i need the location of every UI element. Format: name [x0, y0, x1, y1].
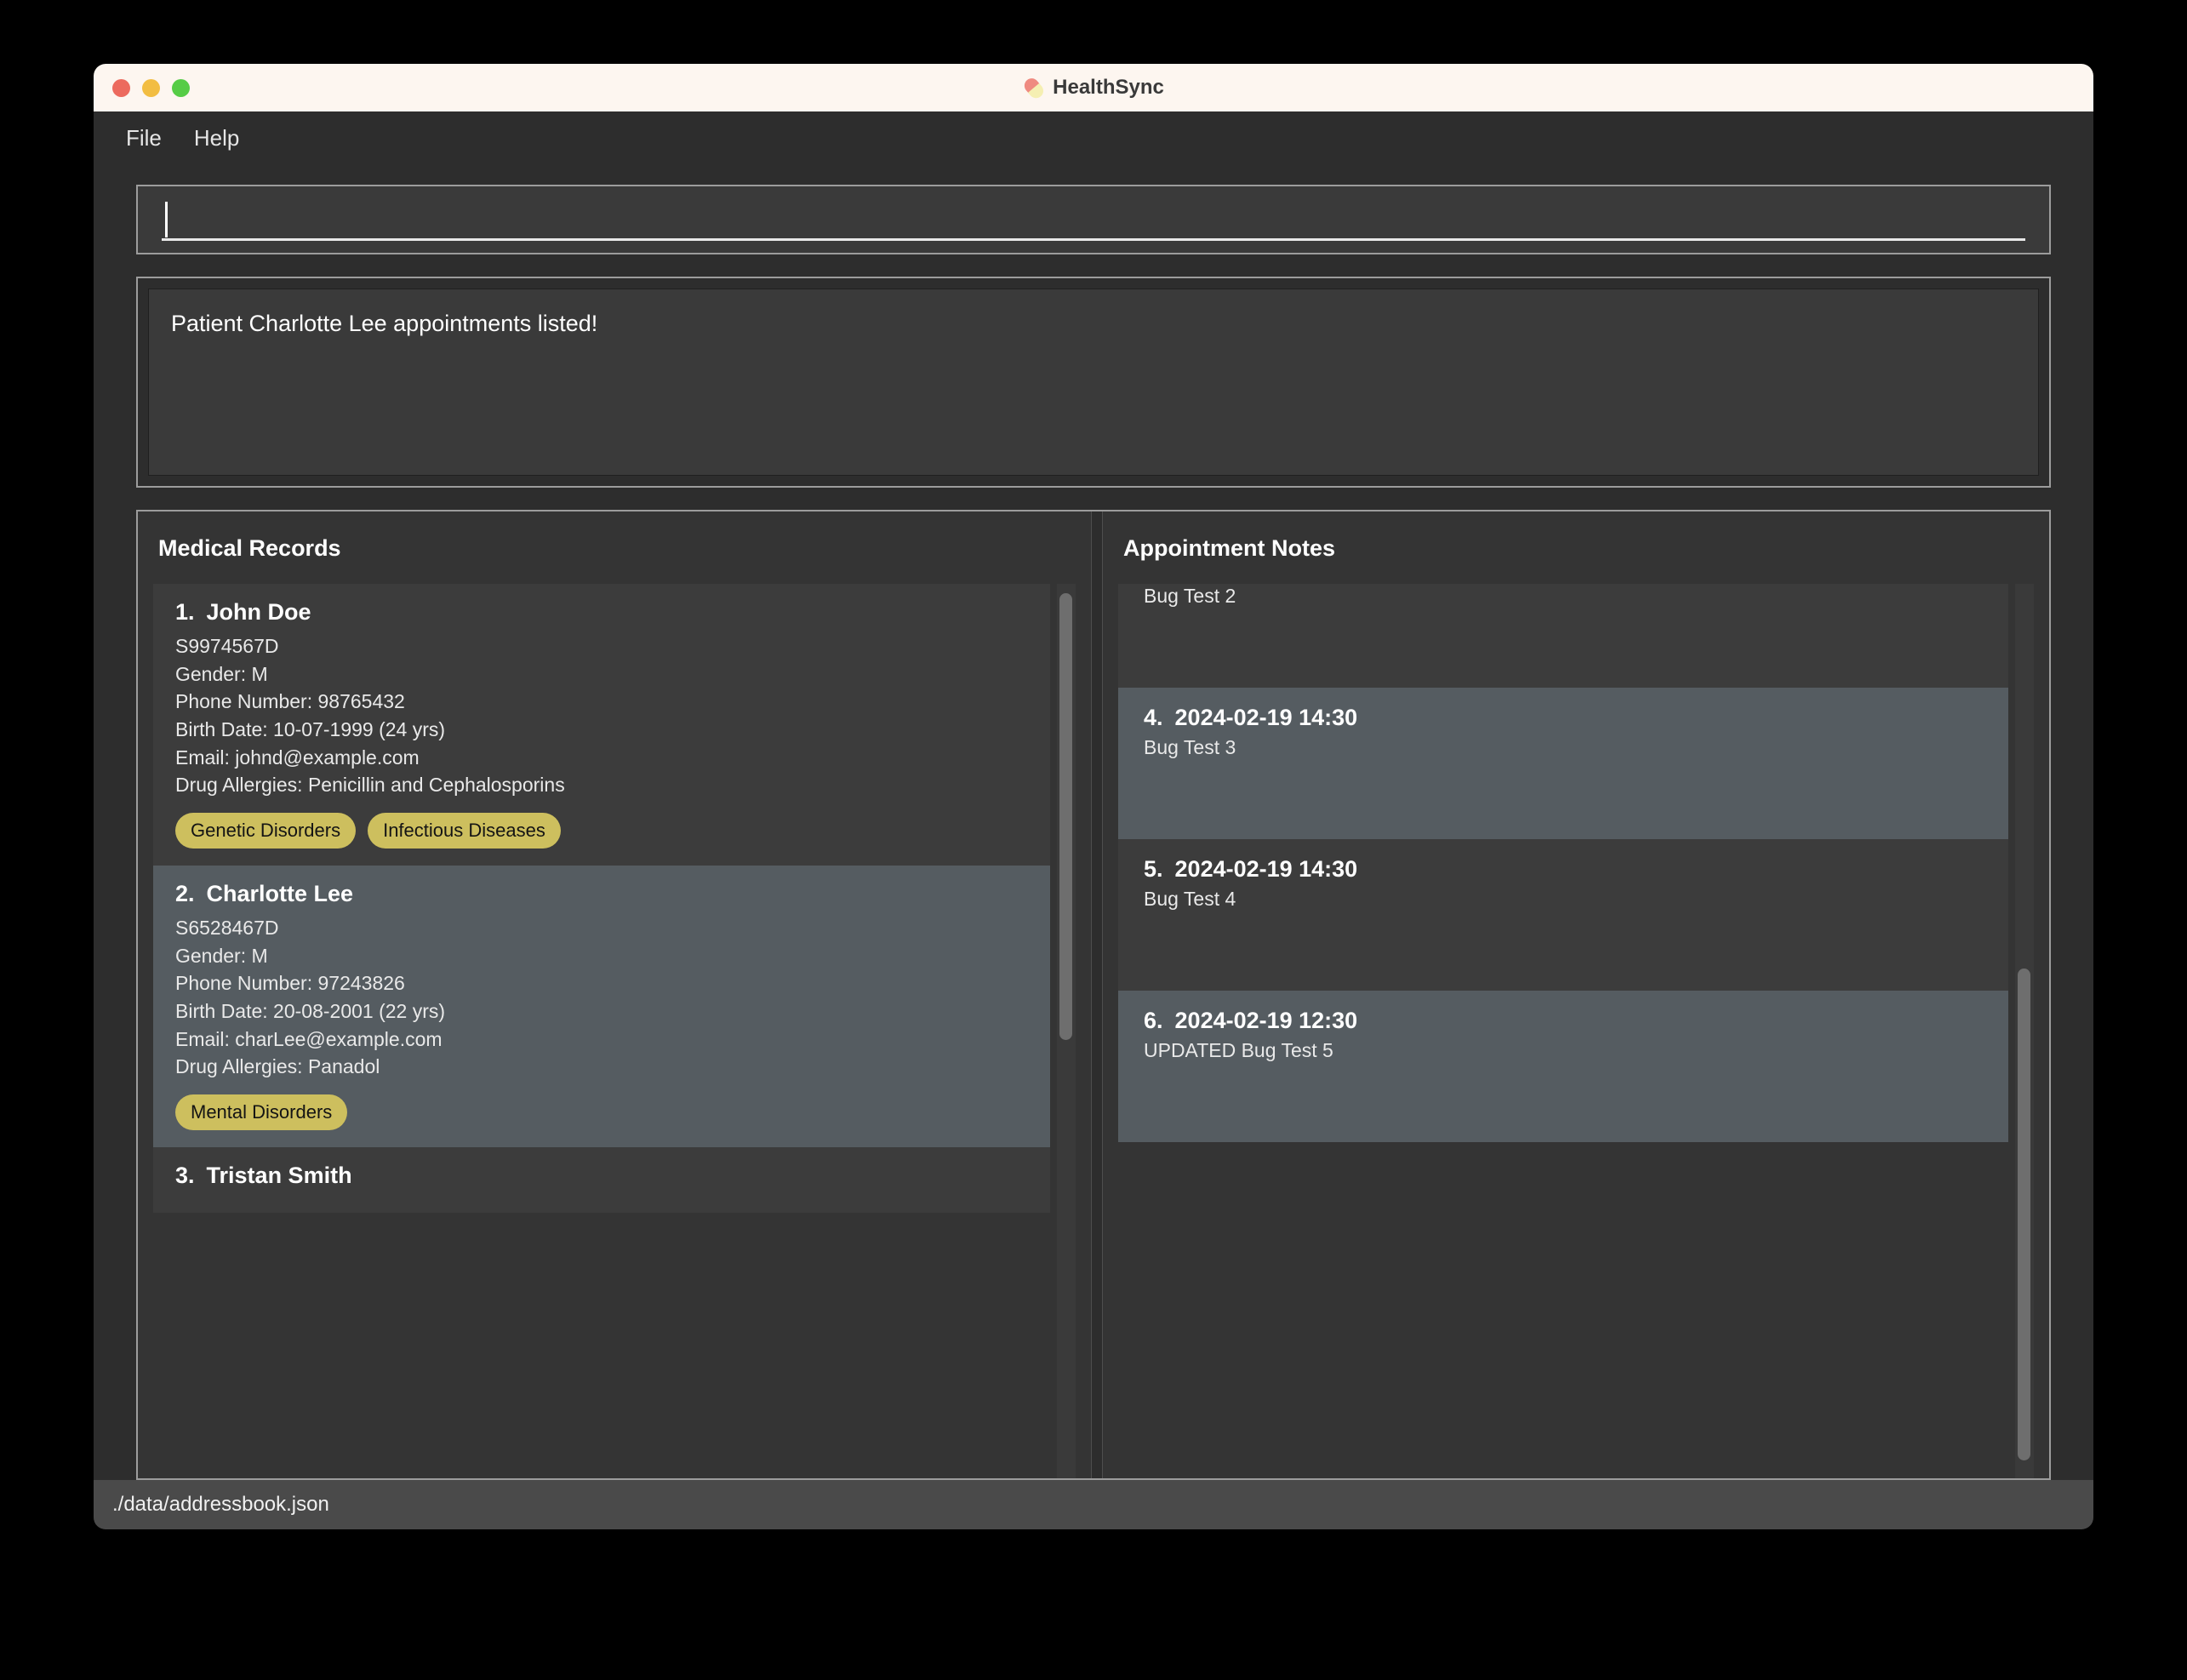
window-title-text: HealthSync [1053, 76, 1164, 99]
appointment-note-card[interactable]: 6. 2024-02-19 12:30 UPDATED Bug Test 5 [1118, 991, 2008, 1142]
title-bar: HealthSync [94, 64, 2093, 111]
medical-record-index: 3. [175, 1162, 195, 1188]
result-message: Patient Charlotte Lee appointments liste… [171, 311, 598, 336]
medical-record-birth-date: Birth Date: 20-08-2001 (22 yrs) [175, 999, 446, 1022]
appointment-notes-scrollbar-thumb[interactable] [2018, 968, 2030, 1460]
medical-record-card[interactable]: 3. Tristan Smith [153, 1146, 1050, 1213]
menu-item-file[interactable]: File [114, 120, 174, 157]
appointment-note-description: Bug Test 4 [1144, 888, 1236, 910]
medical-record-phone: Phone Number: 98765432 [175, 690, 405, 713]
medical-record-allergies: Drug Allergies: Penicillin and Cephalosp… [175, 774, 565, 797]
medical-record-index: 2. [175, 880, 195, 906]
command-input-underline [162, 238, 2025, 241]
appointment-note-description: Bug Test 3 [1144, 736, 1236, 758]
result-display-inner: Patient Charlotte Lee appointments liste… [148, 289, 2039, 476]
medical-record-tag: Mental Disorders [175, 1094, 348, 1130]
appointment-note-index: 4. [1144, 705, 1163, 730]
medical-record-tag: Genetic Disorders [175, 812, 357, 849]
pill-icon [1019, 72, 1050, 104]
split-panes: Medical Records 1. John Doe S9974567D Gende… [136, 510, 2051, 1480]
window-body: File Help Patient Charlotte Lee appointm… [94, 111, 2093, 1529]
app-window: HealthSync File Help Patient Charlotte L… [94, 64, 2093, 1529]
medical-record-birth-date: Birth Date: 10-07-1999 (24 yrs) [175, 717, 446, 740]
medical-record-name: John Doe [206, 599, 311, 625]
appointment-note-datetime: 2024-02-19 14:30 [1174, 705, 1358, 730]
appointment-note-datetime: 2024-02-19 14:30 [1174, 856, 1358, 882]
medical-record-nric: S6528467D [175, 916, 279, 939]
medical-record-card[interactable]: 1. John Doe S9974567D Gender: M Phone Number… [153, 584, 1050, 866]
medical-record-header: 2. Charlotte Lee [175, 881, 1028, 907]
pane-divider[interactable] [1091, 511, 1103, 1478]
appointment-note-card[interactable]: 4. 2024-02-19 14:30 Bug Test 3 [1118, 688, 2008, 839]
medical-record-header: 3. Tristan Smith [175, 1163, 1028, 1189]
medical-records-scrollbar[interactable] [1057, 584, 1076, 1478]
medical-record-allergies: Drug Allergies: Panadol [175, 1055, 380, 1078]
appointment-note-card[interactable]: 5. 2024-02-19 14:30 Bug Test 4 [1118, 839, 2008, 991]
appointment-note-header: 6. 2024-02-19 12:30 [1144, 1008, 1983, 1034]
medical-record-name: Charlotte Lee [206, 880, 354, 906]
menu-item-help[interactable]: Help [182, 120, 251, 157]
text-cursor-icon [165, 202, 168, 237]
medical-record-card[interactable]: 2. Charlotte Lee S6528467D Gender: M Phone N… [153, 865, 1050, 1147]
appointment-note-description: UPDATED Bug Test 5 [1144, 1039, 1333, 1061]
medical-records-scrollbar-thumb[interactable] [1059, 592, 1072, 1040]
appointment-note-header: 4. 2024-02-19 14:30 [1144, 705, 1983, 731]
window-title: HealthSync [94, 64, 2093, 111]
appointment-note-header: 5. 2024-02-19 14:30 [1144, 856, 1983, 883]
medical-record-gender: Gender: M [175, 944, 268, 967]
status-bar: ./data/addressbook.json [94, 1480, 2093, 1529]
result-display-row: Patient Charlotte Lee appointments liste… [94, 254, 2093, 488]
medical-record-index: 1. [175, 599, 195, 625]
appointment-notes-list[interactable]: 3.2024-02-19 14:30Bug Test 2 4. 2024-02-19… [1118, 584, 2034, 1478]
medical-record-gender: Gender: M [175, 662, 268, 685]
appointment-note-card[interactable]: 3.2024-02-19 14:30Bug Test 2 [1118, 584, 2008, 688]
medical-record-email: Email: johnd@example.com [175, 746, 420, 769]
medical-record-phone: Phone Number: 97243826 [175, 972, 405, 995]
medical-record-header: 1. John Doe [175, 599, 1028, 626]
panes-row: Medical Records 1. John Doe S9974567D Gende… [94, 488, 2093, 1480]
medical-record-tag: Infectious Diseases [368, 812, 561, 849]
appointment-note-index: 6. [1144, 1008, 1163, 1033]
medical-records-list[interactable]: 1. John Doe S9974567D Gender: M Phone Number… [153, 584, 1076, 1478]
result-display: Patient Charlotte Lee appointments liste… [136, 277, 2051, 488]
command-input-row [94, 164, 2093, 254]
appointment-note-datetime: 2024-02-19 12:30 [1174, 1008, 1358, 1033]
medical-records-title: Medical Records [158, 535, 341, 561]
appointment-notes-scrollbar[interactable] [2015, 584, 2034, 1478]
menu-bar: File Help [94, 111, 2093, 164]
medical-record-tag-row: Mental Disorders [175, 1094, 1028, 1130]
medical-record-tag-row: Genetic Disorders Infectious Diseases [175, 812, 1028, 849]
appointment-notes-panel: Appointment Notes 3.2024-02-19 14:30Bug … [1103, 511, 2049, 1478]
appointment-note-index: 5. [1144, 856, 1163, 882]
medical-record-name: Tristan Smith [206, 1162, 352, 1188]
medical-records-list-clip: 1. John Doe S9974567D Gender: M Phone Number… [153, 584, 1076, 1478]
appointment-notes-list-clip: 3.2024-02-19 14:30Bug Test 2 4. 2024-02-19… [1118, 584, 2034, 1478]
appointment-note-description: Bug Test 2 [1144, 585, 1236, 607]
appointment-notes-title: Appointment Notes [1123, 535, 1335, 561]
medical-record-email: Email: charLee@example.com [175, 1027, 443, 1050]
medical-record-nric: S9974567D [175, 635, 279, 657]
status-bar-file-path: ./data/addressbook.json [112, 1493, 329, 1516]
command-input[interactable] [136, 185, 2051, 254]
medical-records-panel: Medical Records 1. John Doe S9974567D Gende… [138, 511, 1091, 1478]
